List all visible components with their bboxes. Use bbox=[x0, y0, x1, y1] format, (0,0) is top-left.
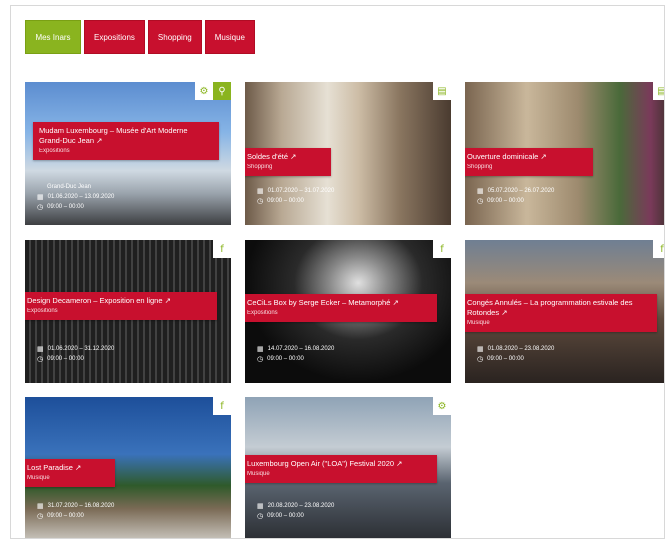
calendar-icon: ▦ bbox=[257, 345, 264, 353]
event-title-box[interactable]: Design Decameron – Exposition en ligne ↗… bbox=[25, 292, 217, 320]
filter-shopping[interactable]: Shopping bbox=[147, 20, 202, 54]
event-category: Expositions bbox=[247, 310, 278, 316]
facebook-icon[interactable]: f bbox=[213, 240, 231, 258]
facebook-icon[interactable]: f bbox=[213, 397, 231, 415]
event-category: Musique bbox=[467, 320, 490, 326]
event-hours: 09:00 – 00:00 bbox=[47, 513, 84, 519]
event-hours: 09:00 – 00:00 bbox=[487, 356, 524, 362]
clock-icon: ◷ bbox=[477, 197, 484, 205]
pin-icon[interactable]: ⚲ bbox=[213, 82, 231, 100]
event-category: Shopping bbox=[247, 164, 273, 170]
event-meta: Grand-Duc Jean ▦ 01.06.2020 – 13.09.2020 … bbox=[37, 182, 114, 212]
calendar-icon: ▦ bbox=[257, 187, 264, 195]
event-dates: 01.06.2020 – 31.12.2020 bbox=[47, 346, 115, 352]
event-card-design-decameron[interactable]: f Design Decameron – Exposition en ligne… bbox=[25, 240, 231, 383]
event-dates: 01.06.2020 – 13.09.2020 bbox=[47, 194, 115, 200]
clock-icon: ◷ bbox=[37, 203, 44, 211]
event-dates: 20.08.2020 – 23.08.2020 bbox=[267, 503, 335, 509]
event-icons: f bbox=[213, 240, 231, 258]
store-icon[interactable]: ▤ bbox=[653, 82, 664, 100]
event-meta: ▦ 14.07.2020 – 16.08.2020 ◷ 09:00 – 00:00 bbox=[257, 344, 334, 364]
event-icons: ▤ bbox=[653, 82, 664, 100]
event-hours: 09:00 – 00:00 bbox=[267, 513, 304, 519]
event-card-lost-paradise[interactable]: f Lost Paradise ↗ Musique ▦ 31.07.2020 – … bbox=[25, 397, 231, 538]
event-card-cecils-box[interactable]: f CeCiLs Box by Serge Ecker – Metamorphé… bbox=[245, 240, 451, 383]
clock-icon: ◷ bbox=[257, 355, 264, 363]
event-icons: f bbox=[653, 240, 664, 258]
calendar-icon: ▦ bbox=[477, 187, 484, 195]
calendar-icon: ▦ bbox=[37, 502, 44, 510]
event-icons: f bbox=[433, 240, 451, 258]
event-title: Mudam Luxembourg – Musée d'Art Moderne G… bbox=[39, 126, 188, 145]
calendar-icon: ▦ bbox=[37, 193, 44, 201]
event-category: Expositions bbox=[39, 148, 70, 154]
event-category: Shopping bbox=[467, 164, 493, 170]
event-title: Lost Paradise ↗ bbox=[27, 463, 82, 472]
event-card-conges-annules[interactable]: f Congés Annulés – La programmation esti… bbox=[465, 240, 664, 383]
event-dates: 05.07.2020 – 26.07.2020 bbox=[487, 188, 555, 194]
event-extra: Grand-Duc Jean bbox=[47, 184, 92, 190]
event-icons: f bbox=[213, 397, 231, 415]
clock-icon: ◷ bbox=[257, 512, 264, 520]
gear-icon[interactable]: ⚙ bbox=[195, 82, 213, 100]
event-card-soldes[interactable]: ▤ Soldes d'été ↗ Shopping ▦ 01.07.2020 – … bbox=[245, 82, 451, 225]
event-dates: 14.07.2020 – 16.08.2020 bbox=[267, 346, 335, 352]
filter-expositions[interactable]: Expositions bbox=[84, 20, 145, 54]
event-title: Ouverture dominicale ↗ bbox=[467, 152, 547, 161]
event-icons: ⚙ bbox=[433, 397, 451, 415]
event-hours: 09:00 – 00:00 bbox=[47, 356, 84, 362]
event-hours: 09:00 – 00:00 bbox=[487, 198, 524, 204]
event-category: Expositions bbox=[27, 308, 58, 314]
event-meta: ▦ 31.07.2020 – 16.08.2020 ◷ 09:00 – 00:00 bbox=[37, 501, 114, 521]
clock-icon: ◷ bbox=[37, 355, 44, 363]
event-title: Design Decameron – Exposition en ligne ↗ bbox=[27, 296, 171, 305]
store-icon[interactable]: ▤ bbox=[433, 82, 451, 100]
events-page: Mes Inars Expositions Shopping Musique ⚙… bbox=[10, 5, 665, 539]
event-dates: 31.07.2020 – 16.08.2020 bbox=[47, 503, 115, 509]
calendar-icon: ▦ bbox=[477, 345, 484, 353]
clock-icon: ◷ bbox=[477, 355, 484, 363]
event-card-loa-festival[interactable]: ⚙ Luxembourg Open Air ("LOA") Festival 2… bbox=[245, 397, 451, 538]
event-meta: ▦ 01.07.2020 – 31.07.2020 ◷ 09:00 – 00:00 bbox=[257, 186, 334, 206]
clock-icon: ◷ bbox=[37, 512, 44, 520]
event-meta: ▦ 05.07.2020 – 26.07.2020 ◷ 09:00 – 00:00 bbox=[477, 186, 554, 206]
event-hours: 09:00 – 00:00 bbox=[267, 198, 304, 204]
calendar-icon: ▦ bbox=[37, 345, 44, 353]
event-title-box[interactable]: Luxembourg Open Air ("LOA") Festival 202… bbox=[245, 455, 437, 483]
event-title: Luxembourg Open Air ("LOA") Festival 202… bbox=[247, 459, 403, 468]
event-title: CeCiLs Box by Serge Ecker – Metamorphé ↗ bbox=[247, 298, 399, 307]
event-hours: 09:00 – 00:00 bbox=[47, 204, 84, 210]
event-title-box[interactable]: Lost Paradise ↗ Musique bbox=[25, 459, 115, 487]
event-hours: 09:00 – 00:00 bbox=[267, 356, 304, 362]
event-card-ouverture[interactable]: ▤ Ouverture dominicale ↗ Shopping ▦05.07… bbox=[465, 82, 664, 225]
event-title-box[interactable]: Ouverture dominicale ↗ Shopping bbox=[465, 148, 593, 176]
event-icons: ⚙ ⚲ bbox=[195, 82, 231, 100]
event-category: Musique bbox=[247, 471, 270, 477]
facebook-icon[interactable]: f bbox=[653, 240, 664, 258]
event-title: Congés Annulés – La programmation estiva… bbox=[467, 298, 633, 317]
filter-musique[interactable]: Musique bbox=[204, 20, 255, 54]
event-category: Musique bbox=[27, 475, 50, 481]
gear-icon[interactable]: ⚙ bbox=[433, 397, 451, 415]
event-title-box[interactable]: Mudam Luxembourg – Musée d'Art Moderne G… bbox=[33, 122, 219, 160]
event-title-box[interactable]: Congés Annulés – La programmation estiva… bbox=[465, 294, 657, 332]
event-meta: ▦ 01.08.2020 – 23.08.2020 ◷ 09:00 – 00:00 bbox=[477, 344, 554, 364]
event-dates: 01.08.2020 – 23.08.2020 bbox=[487, 346, 555, 352]
event-title-box[interactable]: CeCiLs Box by Serge Ecker – Metamorphé ↗… bbox=[245, 294, 437, 322]
calendar-icon: ▦ bbox=[257, 502, 264, 510]
event-dates: 01.07.2020 – 31.07.2020 bbox=[267, 188, 335, 194]
clock-icon: ◷ bbox=[257, 197, 264, 205]
event-title-box[interactable]: Soldes d'été ↗ Shopping bbox=[245, 148, 331, 176]
event-card-mudam[interactable]: ⚙ ⚲ Mudam Luxembourg – Musée d'Art Moder… bbox=[25, 82, 231, 225]
facebook-icon[interactable]: f bbox=[433, 240, 451, 258]
filter-mes-inars[interactable]: Mes Inars bbox=[25, 20, 81, 54]
filter-bar: Mes Inars Expositions Shopping Musique bbox=[25, 20, 255, 54]
event-meta: ▦ 01.06.2020 – 31.12.2020 ◷ 09:00 – 00:00 bbox=[37, 344, 114, 364]
event-meta: ▦ 20.08.2020 – 23.08.2020 ◷ 09:00 – 00:00 bbox=[257, 501, 334, 521]
event-icons: ▤ bbox=[433, 82, 451, 100]
event-title: Soldes d'été ↗ bbox=[247, 152, 297, 161]
